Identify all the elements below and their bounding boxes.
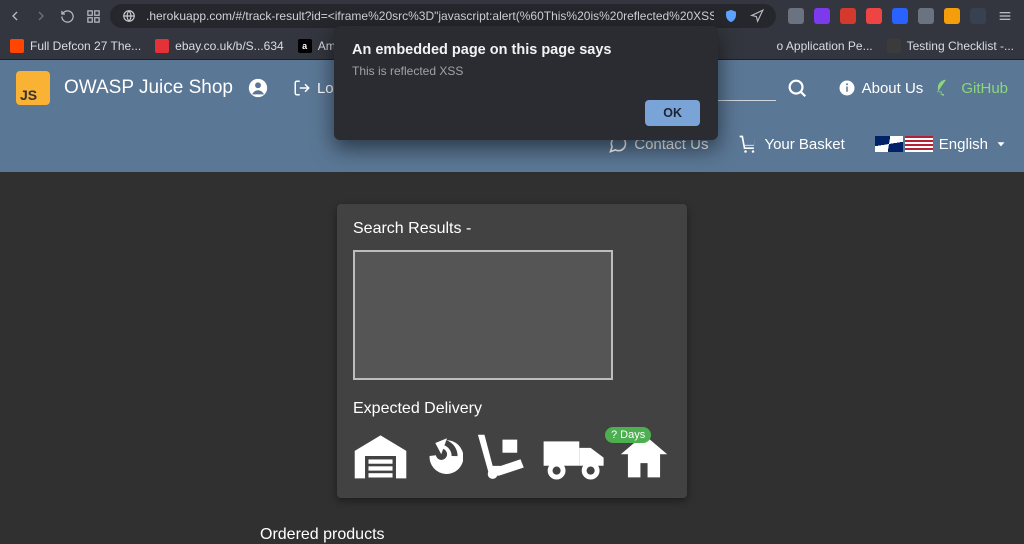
bookmark-label: ebay.co.uk/b/S...634: [175, 39, 284, 53]
favicon-icon: a: [298, 39, 312, 53]
injected-iframe: [353, 250, 613, 380]
bookmark-label: Testing Checklist -...: [907, 39, 1014, 53]
address-bar[interactable]: .herokuapp.com/#/track-result?id=<iframe…: [110, 4, 776, 28]
favicon-icon: [887, 39, 901, 53]
flag-us-icon: [905, 136, 933, 152]
search-result-card: Search Results - Expected Delivery ? Day…: [337, 204, 687, 498]
truck-icon: [542, 431, 607, 481]
info-icon: [838, 79, 856, 97]
menu-icon[interactable]: [996, 7, 1014, 25]
dialog-message: This is reflected XSS: [352, 64, 700, 78]
github-label: GitHub: [961, 80, 1008, 97]
app-logo-icon[interactable]: [16, 71, 50, 105]
days-badge: ? Days: [605, 427, 651, 443]
extension-icon[interactable]: [970, 8, 986, 24]
dialog-ok-button[interactable]: OK: [645, 100, 700, 126]
dialog-title: An embedded page on this page says: [352, 42, 700, 58]
extension-icon[interactable]: [944, 8, 960, 24]
basket-label: Your Basket: [764, 136, 844, 153]
hand-truck-icon: [473, 431, 532, 481]
app-title: OWASP Juice Shop: [64, 77, 233, 99]
search-results-heading: Search Results -: [353, 220, 671, 238]
alert-dialog: An embedded page on this page says This …: [334, 26, 718, 140]
shield-check-icon[interactable]: [722, 7, 740, 25]
bookmark-item[interactable]: Testing Checklist -...: [887, 39, 1014, 53]
basket-button[interactable]: Your Basket: [738, 134, 844, 154]
cart-icon: [738, 134, 758, 154]
warehouse-icon: [353, 430, 408, 482]
favicon-icon: [155, 39, 169, 53]
address-bar-text: .herokuapp.com/#/track-result?id=<iframe…: [146, 9, 714, 23]
search-icon[interactable]: [786, 77, 808, 99]
nav-forward-icon[interactable]: [32, 7, 50, 25]
github-link[interactable]: GitHub: [937, 79, 1008, 97]
extension-icon[interactable]: [840, 8, 856, 24]
extension-icon[interactable]: [866, 8, 882, 24]
globe-icon: [120, 7, 138, 25]
reload-icon[interactable]: [58, 7, 76, 25]
logout-icon: [293, 79, 311, 97]
language-selector[interactable]: English: [875, 136, 1008, 153]
extension-icon[interactable]: [892, 8, 908, 24]
flag-uk-icon: [875, 136, 903, 152]
nav-back-icon[interactable]: [6, 7, 24, 25]
favicon-icon: [10, 39, 24, 53]
browser-extensions: [784, 7, 1018, 25]
bookmark-label: Full Defcon 27 The...: [30, 39, 141, 53]
chevron-down-icon: [994, 137, 1008, 151]
about-label: About Us: [862, 80, 924, 97]
github-icon: [937, 79, 955, 97]
send-icon[interactable]: [748, 7, 766, 25]
delivery-steps: ? Days: [353, 430, 671, 482]
sync-icon: [418, 432, 463, 480]
home-step: ? Days: [617, 431, 671, 481]
bookmark-item[interactable]: ebay.co.uk/b/S...634: [155, 39, 284, 53]
expected-delivery-heading: Expected Delivery: [353, 400, 671, 418]
account-button[interactable]: [247, 77, 269, 99]
main-content: Search Results - Expected Delivery ? Day…: [0, 172, 1024, 544]
ordered-products-heading: Ordered products: [260, 526, 385, 544]
extension-icon[interactable]: [814, 8, 830, 24]
about-button[interactable]: About Us: [838, 79, 924, 97]
bookmark-item[interactable]: Full Defcon 27 The...: [10, 39, 141, 53]
extension-icon[interactable]: [918, 8, 934, 24]
language-label: English: [939, 136, 988, 153]
bookmark-item[interactable]: o Application Pe...: [777, 39, 873, 53]
bookmark-label: o Application Pe...: [777, 39, 873, 53]
account-icon: [247, 77, 269, 99]
apps-grid-icon[interactable]: [84, 7, 102, 25]
extension-icon[interactable]: [788, 8, 804, 24]
